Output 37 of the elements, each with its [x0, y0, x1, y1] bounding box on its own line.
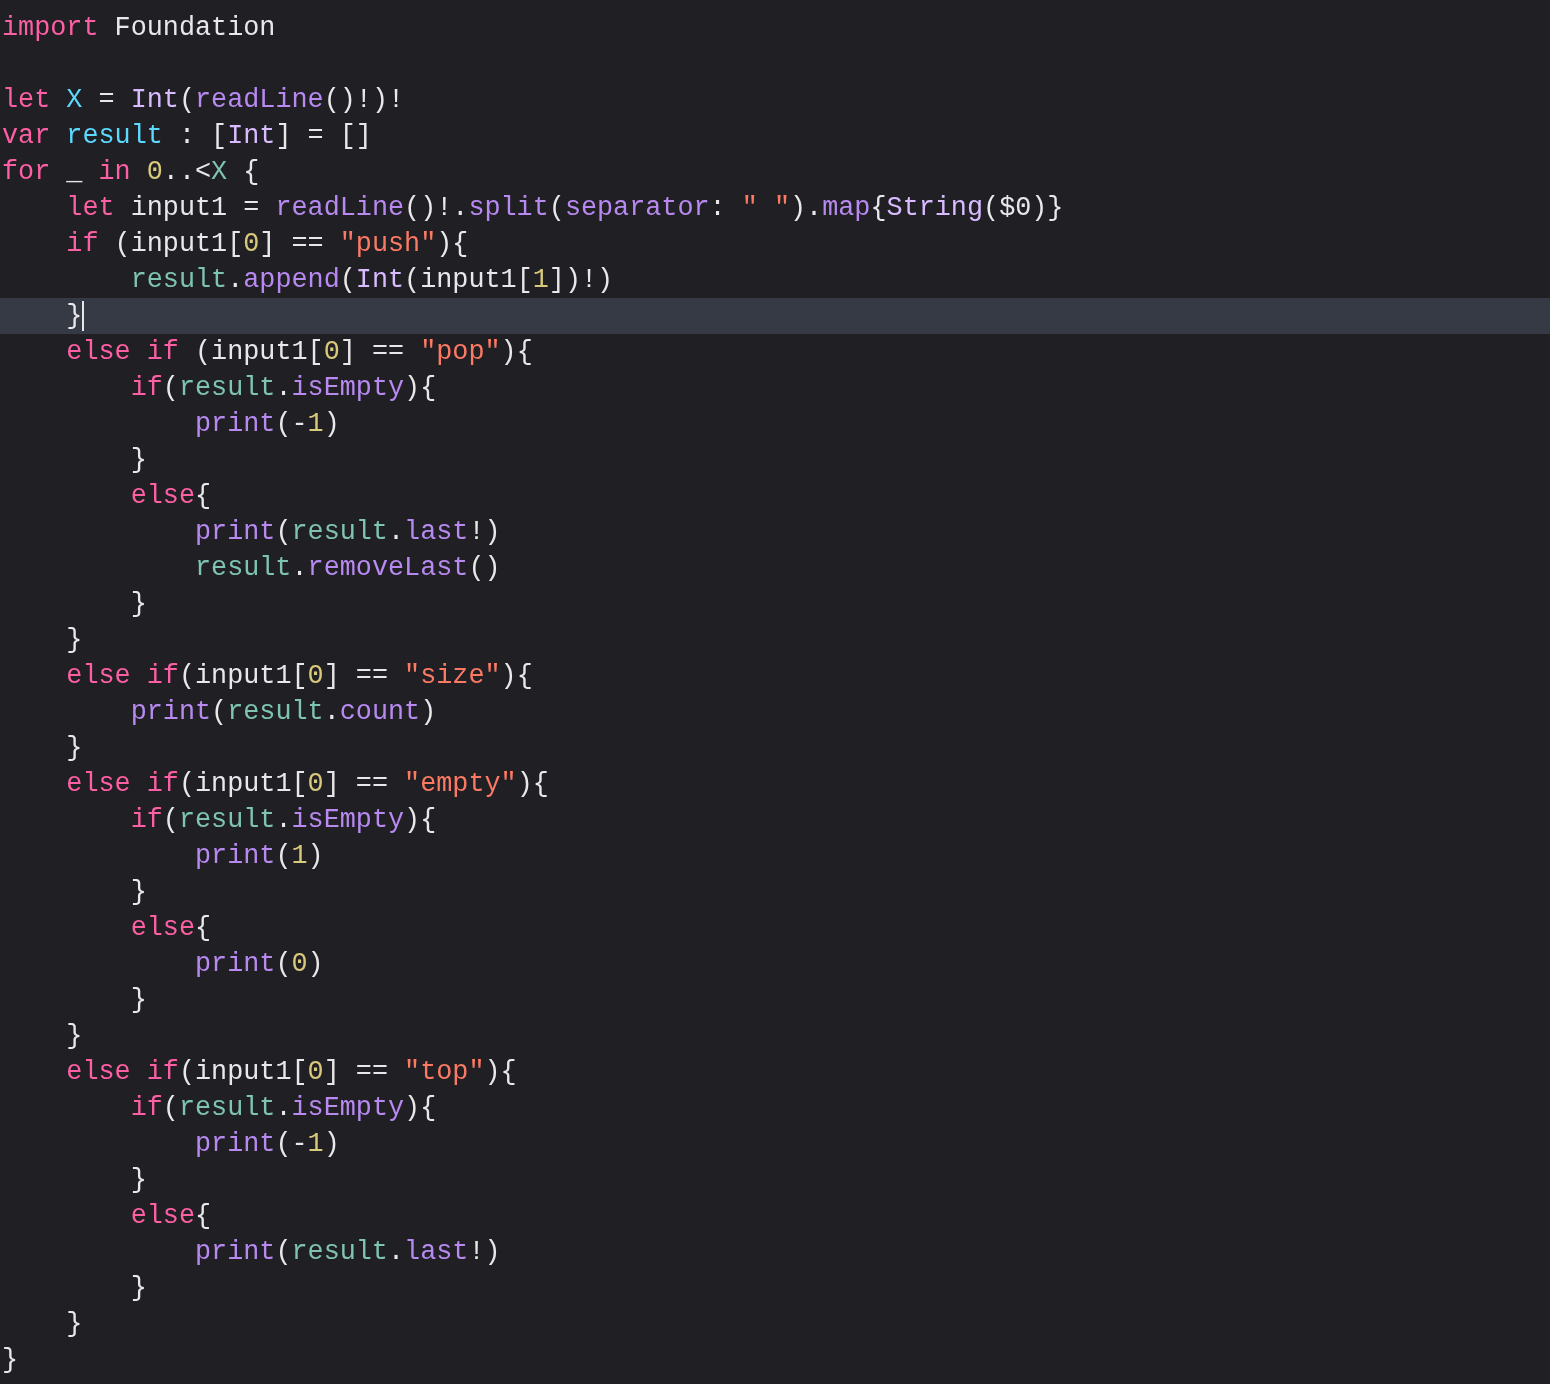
code-line: result.removeLast() [193, 552, 502, 585]
code-line: let X = Int(readLine()!)! [1, 84, 406, 117]
code-line: print(result.last!) [193, 516, 502, 549]
code-line: } [129, 1272, 148, 1305]
code-line: else if (input1[0] == "pop"){ [65, 336, 534, 369]
code-line: print(-1) [193, 1128, 341, 1161]
code-line: } [1, 1344, 20, 1377]
code-line: } [129, 876, 148, 909]
code-editor[interactable] [0, 0, 1550, 1384]
code-line: else if(input1[0] == "empty"){ [65, 768, 550, 801]
code-line: } [65, 732, 84, 765]
code-line: else if(input1[0] == "size"){ [65, 660, 534, 693]
code-line: } [65, 624, 84, 657]
code-line: print(-1) [193, 408, 341, 441]
code-line: } [65, 1308, 84, 1341]
code-line: print(0) [193, 948, 325, 981]
code-line: } [129, 444, 148, 477]
code-line: result.append(Int(input1[1])!) [129, 264, 615, 297]
code-line: if(result.isEmpty){ [129, 1092, 438, 1125]
code-line: if (input1[0] == "push"){ [65, 228, 470, 261]
code-line: else{ [129, 1200, 213, 1233]
code-line: for _ in 0..<X { [1, 156, 261, 189]
code-line: if(result.isEmpty){ [129, 372, 438, 405]
code-line: else{ [129, 480, 213, 513]
code-line: var result : [Int] = [] [1, 120, 373, 153]
code-line: import Foundation [1, 12, 277, 45]
code-line: else{ [129, 912, 213, 945]
code-line: } [129, 588, 148, 621]
code-line: } [129, 1164, 148, 1197]
code-line: let input1 = readLine()!.split(separator: " ").map{String($0)} [65, 192, 1065, 225]
code-line: } [65, 1020, 84, 1053]
code-line: print(1) [193, 840, 325, 873]
code-line: print(result.count) [129, 696, 438, 729]
code-line: print(result.last!) [193, 1236, 502, 1269]
code-line: else if(input1[0] == "top"){ [65, 1056, 518, 1089]
code-line: if(result.isEmpty){ [129, 804, 438, 837]
code-line: } [129, 984, 148, 1017]
